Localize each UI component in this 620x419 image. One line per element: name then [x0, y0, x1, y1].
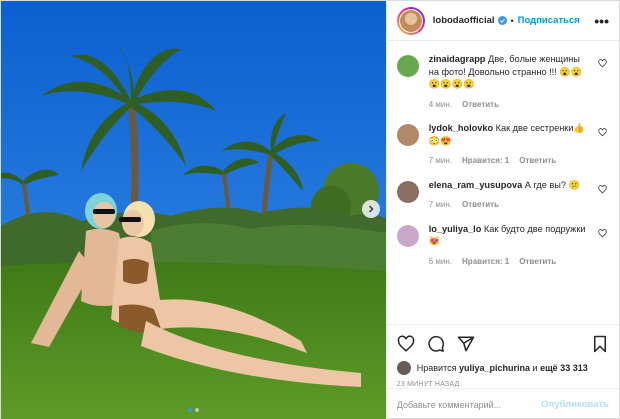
publish-button[interactable]: Опубликовать: [541, 399, 609, 410]
separator-dot: •: [510, 15, 514, 26]
carousel-next-button[interactable]: [361, 200, 380, 218]
chevron-right-icon: [368, 205, 374, 213]
post-timestamp[interactable]: 23 минут назад: [397, 381, 609, 388]
follow-button[interactable]: Подписаться: [518, 15, 580, 26]
likes-summary: Нравится yuliya_pichurina и ещё 33 313: [396, 361, 609, 375]
comment-time[interactable]: 4 мин.: [429, 99, 452, 112]
comment-username[interactable]: elena_ram_yusupova: [429, 180, 522, 190]
comment-avatar[interactable]: [396, 55, 419, 77]
post-sidebar: lobodaofficial • Подписаться ••• zinaida…: [385, 1, 619, 419]
reply-button[interactable]: Ответить: [519, 256, 556, 269]
author-avatar[interactable]: [396, 6, 425, 35]
post-photo[interactable]: [1, 1, 386, 419]
liker-avatar[interactable]: [396, 361, 411, 375]
reply-button[interactable]: Ответить: [462, 99, 499, 112]
comment-like-heart-icon[interactable]: [598, 59, 607, 68]
comment-username[interactable]: lo_yuliya_lo: [429, 224, 482, 234]
comment-time[interactable]: 7 мин.: [429, 199, 452, 212]
comment-avatar[interactable]: [396, 124, 419, 146]
comment-username[interactable]: zinaidagrapp: [429, 54, 486, 64]
comment-item: lydok_holovko Как две сестренки👍😳😍 7 мин…: [396, 122, 609, 168]
comment-avatar[interactable]: [396, 224, 419, 247]
comment-text: А где вы? 😕: [524, 179, 581, 190]
comment-avatar[interactable]: [396, 180, 419, 203]
comment-username[interactable]: lydok_holovko: [429, 123, 493, 133]
carousel-dots: [1, 408, 386, 412]
comment-item: elena_ram_yusupova А где вы? 😕 7 мин. От…: [396, 179, 609, 212]
more-options-icon[interactable]: •••: [594, 13, 609, 29]
comment-likes-count[interactable]: Нравится: 1: [462, 155, 509, 168]
comment-time[interactable]: 7 мин.: [429, 155, 452, 168]
comment-icon[interactable]: [427, 335, 445, 353]
comment-like-heart-icon[interactable]: [598, 128, 607, 137]
likes-count[interactable]: ещё 33 313: [540, 363, 588, 373]
comment-item: lo_yuliya_lo Как будто две подружки 😻 6 …: [396, 223, 609, 269]
likes-prefix: Нравится: [416, 363, 457, 373]
comments-list: zinaidagrapp Две, бoлые женщины на фото!…: [387, 41, 619, 324]
author-username[interactable]: lobodaofficial: [433, 15, 495, 26]
photo-scene: [1, 1, 386, 419]
bookmark-icon[interactable]: [591, 335, 609, 353]
comment-time[interactable]: 6 мин.: [429, 256, 452, 269]
comment-input[interactable]: [396, 399, 542, 410]
liker-username[interactable]: yuliya_pichurina: [459, 363, 530, 373]
reply-button[interactable]: Ответить: [462, 199, 499, 212]
carousel-dot: [194, 408, 199, 412]
instagram-post: lobodaofficial • Подписаться ••• zinaida…: [0, 0, 620, 419]
add-comment-bar: Опубликовать: [386, 388, 619, 419]
verified-badge-icon: [497, 16, 507, 25]
likes-and: и: [532, 363, 538, 373]
share-icon[interactable]: [457, 335, 475, 353]
heart-icon[interactable]: [397, 335, 415, 353]
comment-item: zinaidagrapp Две, бoлые женщины на фото!…: [396, 53, 609, 112]
post-header: lobodaofficial • Подписаться •••: [386, 1, 619, 41]
carousel-dot-active: [187, 408, 192, 412]
comment-likes-count[interactable]: Нравится: 1: [462, 256, 509, 269]
comment-like-heart-icon[interactable]: [598, 228, 607, 238]
comment-like-heart-icon[interactable]: [598, 184, 607, 194]
reply-button[interactable]: Ответить: [519, 155, 556, 168]
